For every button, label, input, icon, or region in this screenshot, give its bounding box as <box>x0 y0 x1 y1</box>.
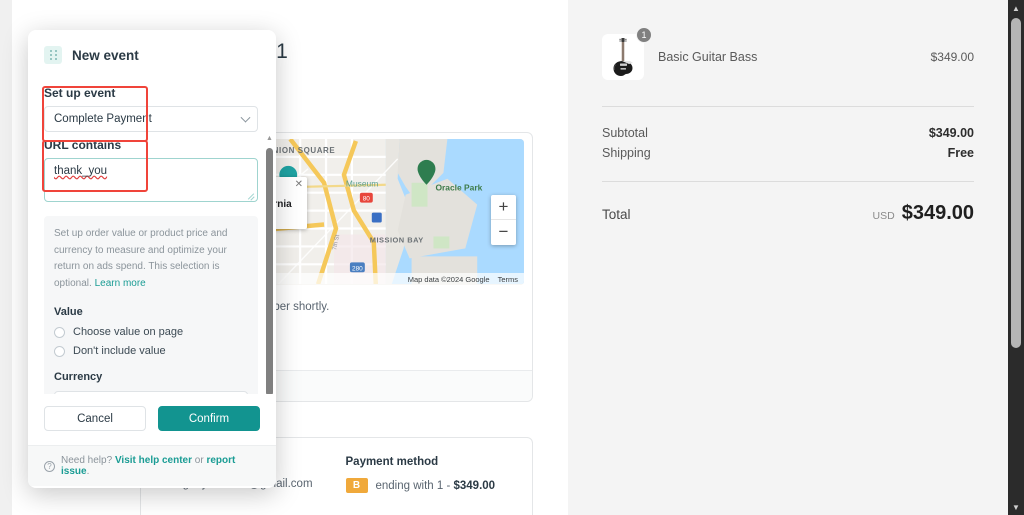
page-scroll-down-arrow[interactable]: ▼ <box>1008 499 1024 515</box>
subtotal-label: Subtotal <box>602 126 648 140</box>
total-label: Total <box>602 207 631 222</box>
svg-text:UNION SQUARE: UNION SQUARE <box>266 146 335 155</box>
modal-scrollbar[interactable]: ▲ ▼ <box>263 132 276 394</box>
shipping-label: Shipping <box>602 146 651 160</box>
quantity-badge: 1 <box>636 27 652 43</box>
total-amount: $349.00 <box>901 202 974 224</box>
confirm-button[interactable]: Confirm <box>158 406 260 431</box>
modal-actions: Cancel Confirm <box>28 394 276 445</box>
modal-scroll-up-arrow[interactable]: ▲ <box>263 132 276 145</box>
page-scroll-thumb[interactable] <box>1011 18 1021 348</box>
modal-title: New event <box>72 47 139 63</box>
radio-icon[interactable] <box>54 326 65 338</box>
question-circle-icon: ? <box>44 460 55 472</box>
payment-method-heading: Payment method <box>345 456 439 468</box>
zoom-out-button[interactable]: − <box>491 220 516 245</box>
learn-more-link[interactable]: Learn more <box>95 278 146 289</box>
svg-text:Oracle Park: Oracle Park <box>435 183 482 193</box>
value-heading: Value <box>54 306 83 318</box>
url-contains-value: thank_you <box>54 165 108 177</box>
map-data-attribution: Map data ©2024 Google <box>407 274 490 284</box>
summary-total-row: Total USD $349.00 <box>602 182 974 225</box>
new-event-modal: New event Set up event Complete Payment … <box>28 30 276 488</box>
modal-scroll-thumb[interactable] <box>266 148 273 394</box>
modal-header: New event <box>28 30 276 76</box>
page-scrollbar[interactable]: ▲ ▼ <box>1008 0 1024 515</box>
setup-event-label: Set up event <box>44 86 116 100</box>
help-middle: or <box>192 455 207 466</box>
payment-card-text: ending with 1 - <box>375 479 454 492</box>
url-contains-input[interactable]: thank_you <box>44 158 258 202</box>
svg-text:MISSION BAY: MISSION BAY <box>370 235 424 244</box>
currency-select[interactable]: Select currency <box>54 391 248 394</box>
svg-text:280: 280 <box>352 265 363 272</box>
url-contains-label: URL contains <box>44 138 122 152</box>
modal-body: Set up event Complete Payment URL contai… <box>28 76 276 394</box>
svg-text:80: 80 <box>363 196 371 203</box>
map-zoom-controls[interactable]: + − <box>491 195 516 245</box>
payment-card-badge-icon: B <box>345 478 368 493</box>
product-price: $349.00 <box>930 50 974 64</box>
radio-dont-include-value[interactable]: Don't include value <box>54 345 248 357</box>
svg-text:Museum: Museum <box>346 179 378 189</box>
payment-method-block: Payment method B ending with 1 - $349.00 <box>345 456 517 493</box>
drag-dots-icon[interactable] <box>44 46 62 64</box>
radio-choose-value-on-page[interactable]: Choose value on page <box>54 326 248 338</box>
radio-label: Choose value on page <box>73 326 184 338</box>
shipping-value: Free <box>947 146 974 160</box>
map-terms-link[interactable]: Terms <box>498 275 518 284</box>
summary-line-subtotal: Subtotal $349.00 <box>602 123 974 143</box>
setup-event-value: Complete Payment <box>54 113 152 125</box>
summary-line-shipping: Shipping Free <box>602 143 974 163</box>
payment-amount: $349.00 <box>453 479 496 492</box>
visit-help-center-link[interactable]: Visit help center <box>115 455 192 466</box>
summary-line-item: 1 Basic Guitar Bass $349.00 <box>602 27 974 106</box>
currency-heading: Currency <box>54 371 103 383</box>
radio-label: Don't include value <box>73 345 166 357</box>
close-icon[interactable]: ✕ <box>295 179 303 190</box>
bass-guitar-icon <box>613 38 633 76</box>
summary-lines: Subtotal $349.00 Shipping Free <box>602 107 974 181</box>
order-summary-panel: 1 Basic Guitar Bass $349.00 Subtotal $34… <box>568 0 1008 515</box>
page-scroll-gutter <box>1000 0 1008 515</box>
radio-icon[interactable] <box>54 345 65 357</box>
setup-event-select[interactable]: Complete Payment <box>44 106 258 132</box>
left-gutter <box>0 0 12 515</box>
page-scroll-up-arrow[interactable]: ▲ <box>1008 0 1024 16</box>
modal-footer: ? Need help? Visit help center or report… <box>28 445 276 486</box>
product-name: Basic Guitar Bass <box>658 50 758 64</box>
chevron-down-icon <box>240 112 251 123</box>
subtotal-value: $349.00 <box>928 126 974 140</box>
total-currency: USD <box>872 210 895 222</box>
help-suffix: . <box>86 466 90 477</box>
help-prefix: Need help? <box>61 455 115 466</box>
value-note-box: Set up order value or product price and … <box>44 216 258 394</box>
resize-grip-icon[interactable] <box>247 191 255 199</box>
zoom-in-button[interactable]: + <box>491 195 516 220</box>
screen: ore 1 <box>0 0 1024 515</box>
cancel-button[interactable]: Cancel <box>44 406 146 431</box>
